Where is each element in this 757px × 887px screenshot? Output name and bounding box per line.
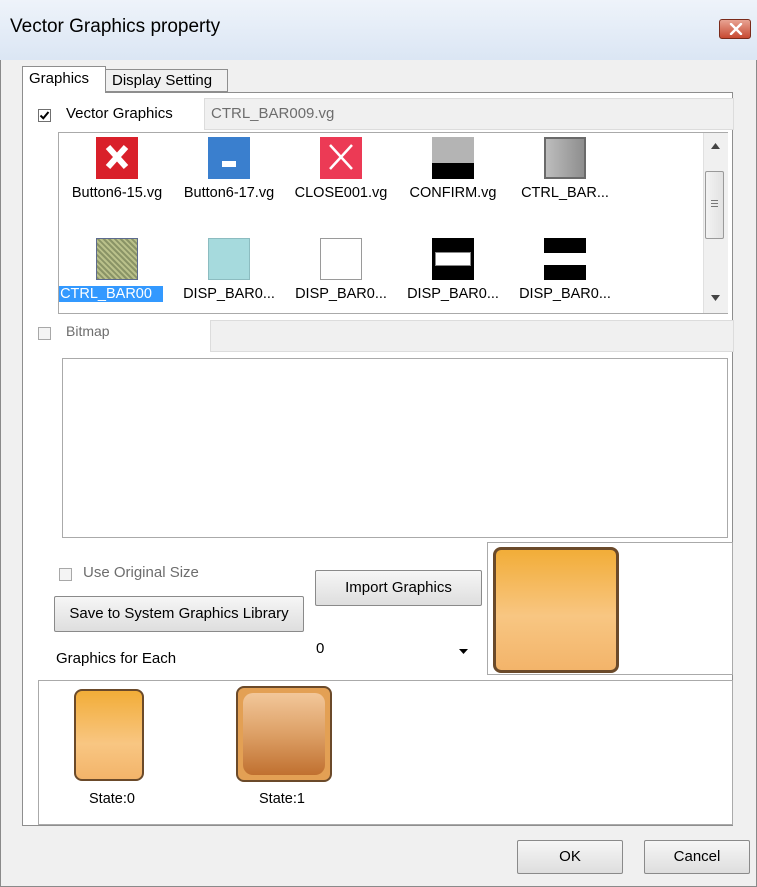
states-panel: State:0 State:1	[38, 680, 733, 825]
gallery-item-caption: DISP_BAR0...	[519, 286, 611, 302]
gallery-item[interactable]: DISP_BAR0...	[173, 238, 285, 313]
graphics-for-each-label: Graphics for Each	[56, 650, 177, 667]
scroll-up-arrow-icon[interactable]	[711, 143, 720, 149]
state-1-thumbnail[interactable]	[236, 686, 332, 782]
gallery-item[interactable]: CTRL_BAR00	[59, 238, 173, 313]
gallery-item-caption: Button6-17.vg	[183, 185, 275, 201]
gallery-item[interactable]: DISP_BAR0...	[509, 238, 621, 313]
graphic-preview-box	[487, 542, 733, 675]
cancel-button[interactable]: Cancel	[644, 840, 750, 874]
state-0-thumbnail[interactable]	[74, 689, 144, 781]
gallery-item[interactable]: CLOSE001.vg	[285, 137, 397, 217]
gallery-item[interactable]: DISP_BAR0...	[285, 238, 397, 313]
close-button[interactable]	[719, 19, 751, 39]
preview-orange-square	[493, 547, 619, 673]
bitmap-file-field	[210, 320, 734, 352]
blue-minus-icon	[208, 137, 250, 179]
gallery-item-caption: DISP_BAR0...	[183, 286, 275, 302]
gallery-item-caption-selected: CTRL_BAR00	[59, 286, 163, 302]
save-to-library-button[interactable]: Save to System Graphics Library	[54, 596, 304, 632]
vector-graphics-gallery[interactable]: Button6-15.vg Button6-17.vg CLOSE001.vg …	[58, 132, 728, 314]
gray-black-bar-icon	[432, 137, 474, 179]
textured-square-icon	[96, 238, 138, 280]
bitmap-label: Bitmap	[66, 323, 110, 339]
gallery-item-caption: Button6-15.vg	[71, 185, 163, 201]
graphics-for-each-dropdown[interactable]: 0	[310, 637, 477, 665]
use-original-size-label: Use Original Size	[83, 564, 199, 581]
vector-graphics-checkbox[interactable]	[38, 109, 51, 122]
title-bar: Vector Graphics property	[0, 0, 757, 60]
chevron-down-icon	[459, 649, 468, 654]
window-title: Vector Graphics property	[10, 16, 221, 37]
red-x-icon	[96, 137, 138, 179]
gallery-item-caption: CTRL_BAR...	[521, 185, 609, 201]
gallery-item-caption: CONFIRM.vg	[409, 185, 497, 201]
gallery-item[interactable]: DISP_BAR0...	[397, 238, 509, 313]
gray-square-icon	[544, 137, 586, 179]
white-square-icon	[320, 238, 362, 280]
import-graphics-button[interactable]: Import Graphics	[315, 570, 482, 606]
light-cyan-square-icon	[208, 238, 250, 280]
close-icon	[729, 23, 743, 35]
gallery-scroll-thumb[interactable]	[705, 171, 724, 239]
vector-graphics-label: Vector Graphics	[66, 105, 173, 122]
gallery-item[interactable]: CTRL_BAR...	[509, 137, 621, 217]
graphics-for-each-value: 0	[316, 640, 325, 657]
gallery-item-caption: CLOSE001.vg	[294, 185, 388, 201]
checkmark-icon	[39, 111, 50, 120]
gallery-item-caption: DISP_BAR0...	[407, 286, 499, 302]
pink-x-icon	[320, 137, 362, 179]
gallery-item-caption: DISP_BAR0...	[295, 286, 387, 302]
gallery-item[interactable]: Button6-15.vg	[61, 137, 173, 217]
bitmap-checkbox[interactable]	[38, 327, 51, 340]
vector-graphics-file-field: CTRL_BAR009.vg	[204, 98, 734, 130]
black-white-stripe-icon	[544, 238, 586, 280]
bitmap-preview-area	[62, 358, 728, 538]
ok-button[interactable]: OK	[517, 840, 623, 874]
tab-graphics[interactable]: Graphics	[22, 66, 106, 93]
black-white-bar-icon	[432, 238, 474, 280]
tab-display-setting[interactable]: Display Setting	[106, 69, 228, 92]
scroll-down-arrow-icon[interactable]	[711, 295, 720, 301]
use-original-size-checkbox[interactable]	[59, 568, 72, 581]
gallery-item[interactable]: CONFIRM.vg	[397, 137, 509, 217]
gallery-item[interactable]: Button6-17.vg	[173, 137, 285, 217]
state-1-caption: State:1	[259, 791, 305, 807]
state-0-caption: State:0	[89, 791, 135, 807]
